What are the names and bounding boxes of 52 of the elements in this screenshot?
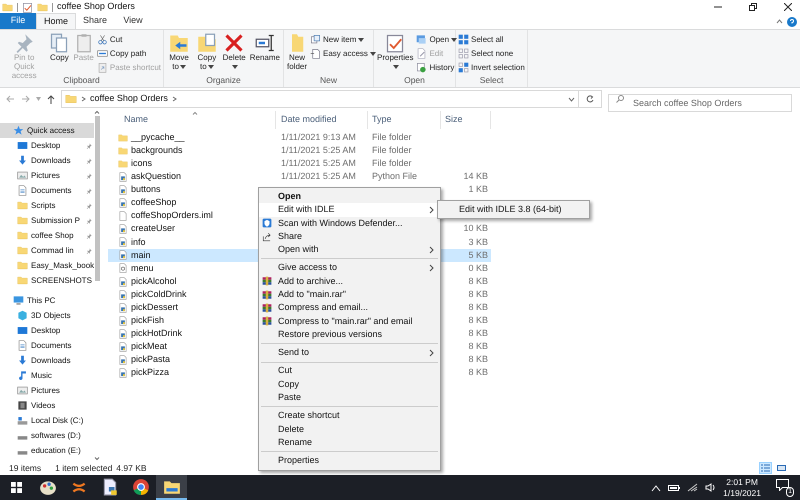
file-name: coffeShopOrders.iml	[131, 209, 213, 222]
clock-date: 1/19/2021	[723, 488, 761, 498]
date-cell: 1/11/2021 5:25 AM	[281, 158, 356, 168]
group-label: Select	[480, 75, 504, 86]
file-name: menu	[131, 262, 154, 275]
group-label: Open	[404, 75, 425, 86]
file-name: pickPasta	[131, 353, 170, 366]
date-cell: 1/11/2021 5:25 AM	[281, 144, 356, 155]
size-cell-text: 1 KB	[468, 183, 488, 196]
file-name: info	[131, 236, 146, 249]
file-name: pickFish	[131, 314, 164, 328]
type-cell: File folder	[372, 132, 412, 142]
file-name: askQuestion	[131, 170, 182, 184]
size-cell-text: 0 KB	[468, 262, 488, 275]
clock-time: 2:01 PM	[726, 476, 758, 488]
group-label: Clipboard	[63, 75, 100, 86]
file-name: pickMeat	[131, 340, 168, 354]
type-cell: Python File	[372, 171, 418, 182]
file-name: pickAlcohol	[131, 274, 177, 288]
size-cell-text: 8 KB	[468, 340, 488, 354]
group-label: New	[320, 75, 337, 86]
file-name: createUser	[131, 222, 176, 236]
size-cell-text: 8 KB	[468, 274, 488, 288]
file-name: buttons	[131, 183, 161, 196]
file-name: icons	[131, 156, 152, 170]
file-name: coffeeShop	[131, 196, 176, 210]
file-name: __pycache__	[131, 130, 185, 144]
file-name: backgrounds	[131, 144, 183, 157]
size-cell-text: 8 KB	[468, 314, 488, 328]
date-cell: 1/11/2021 5:25 AM	[281, 171, 356, 182]
type-cell: File folder	[372, 144, 412, 155]
size-cell-text: 8 KB	[468, 353, 488, 366]
file-name: pickDessert	[131, 301, 178, 314]
file-name: main	[131, 248, 151, 262]
selection-status: 1 item selected	[55, 462, 112, 474]
size-cell-text: 8 KB	[468, 366, 488, 380]
file-name: pickColdDrink	[131, 288, 187, 301]
size-cell-text: 14 KB	[463, 170, 488, 184]
size-cell-text: 10 KB	[463, 222, 488, 236]
type-cell: File folder	[372, 158, 412, 168]
size-cell-text: 5 KB	[468, 248, 488, 262]
item-count: 19 items	[9, 462, 42, 474]
file-name: pickHotDrink	[131, 327, 182, 340]
size-cell-text: 8 KB	[468, 327, 488, 340]
window-title: coffee Shop Orders	[57, 0, 135, 14]
size-cell-text: 8 KB	[468, 288, 488, 301]
selection-size: 4.97 KB	[116, 462, 147, 474]
file-name: pickPizza	[131, 366, 170, 380]
size-cell-text: 3 KB	[468, 236, 488, 249]
size-cell-text: 8 KB	[468, 301, 488, 314]
date-cell: 1/11/2021 9:13 AM	[281, 132, 356, 142]
group-label: Organize	[206, 75, 241, 86]
